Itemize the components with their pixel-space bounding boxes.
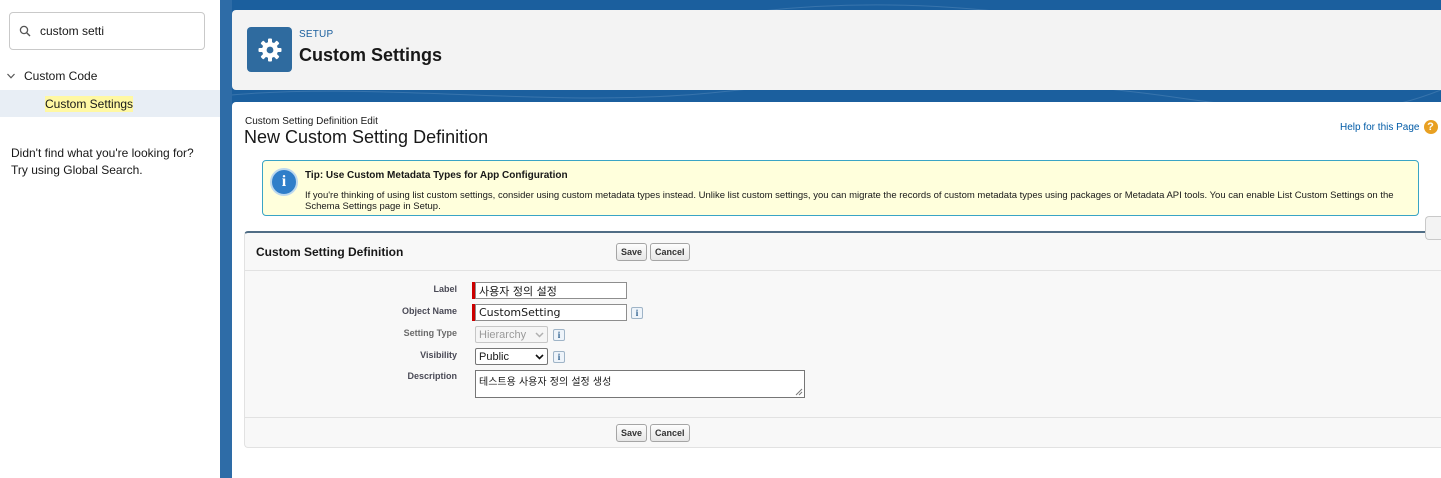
- description-field-label: Description: [407, 371, 457, 381]
- breadcrumb: Custom Setting Definition Edit: [245, 116, 378, 127]
- help-for-this-page-link[interactable]: Help for this Page ?: [1340, 120, 1438, 134]
- tip-message: i Tip: Use Custom Metadata Types for App…: [262, 160, 1419, 216]
- page-header-title: Custom Settings: [299, 45, 443, 65]
- setting-type-field-label: Setting Type: [403, 328, 457, 338]
- visibility-field-label: Visibility: [420, 350, 457, 360]
- chevron-down-icon: [535, 354, 544, 360]
- resize-handle-icon[interactable]: [795, 388, 803, 396]
- label-field-label: Label: [433, 284, 457, 294]
- page-title: New Custom Setting Definition: [244, 127, 489, 147]
- visibility-value: Public: [479, 350, 509, 363]
- quick-find-search[interactable]: [9, 12, 205, 50]
- save-button-top[interactable]: Save: [616, 243, 648, 261]
- setting-type-value: Hierarchy: [479, 328, 527, 341]
- tip-text: If you're thinking of using list custom …: [305, 190, 1394, 212]
- setup-header: SETUP Custom Settings: [232, 10, 1441, 90]
- tree-item-custom-settings[interactable]: Custom Settings: [0, 90, 220, 117]
- form-section-title: Custom Setting Definition: [256, 245, 404, 259]
- help-link-label: Help for this Page: [1340, 121, 1420, 133]
- info-icon[interactable]: i: [553, 329, 565, 341]
- tree-item-custom-code[interactable]: Custom Code: [0, 64, 220, 88]
- content-card: Custom Setting Definition Edit New Custo…: [232, 102, 1441, 478]
- info-icon: i: [270, 168, 298, 196]
- not-found-line-2: Try using Global Search.: [11, 163, 143, 177]
- object-name-input[interactable]: [475, 304, 627, 321]
- save-button-bottom[interactable]: Save: [616, 424, 648, 442]
- visibility-select[interactable]: Public: [475, 348, 548, 365]
- quick-find-input[interactable]: [40, 24, 190, 38]
- form-footer: Save Cancel: [245, 417, 1441, 448]
- form-header: Custom Setting Definition Save Cancel: [245, 233, 1441, 271]
- tree-item-label: Custom Settings: [45, 95, 134, 112]
- header-eyebrow: SETUP: [299, 29, 334, 40]
- cancel-button-top[interactable]: Cancel: [650, 243, 690, 261]
- tip-title: Tip: Use Custom Metadata Types for App C…: [305, 170, 568, 181]
- content-edge: [220, 0, 232, 478]
- custom-setting-definition-form: Custom Setting Definition Save Cancel La…: [244, 231, 1441, 448]
- chevron-down-icon: [535, 332, 544, 338]
- collapse-panel-handle[interactable]: [1425, 216, 1441, 240]
- setting-type-select: Hierarchy: [475, 326, 548, 343]
- help-icon: ?: [1423, 120, 1438, 134]
- not-found-line-1: Didn't find what you're looking for?: [11, 146, 194, 160]
- info-icon[interactable]: i: [631, 307, 643, 319]
- info-icon[interactable]: i: [553, 351, 565, 363]
- search-icon: [19, 25, 31, 37]
- description-textarea[interactable]: 테스트용 사용자 정의 설정 생성: [475, 370, 805, 398]
- not-found-message: Didn't find what you're looking for? Try…: [11, 145, 211, 179]
- gear-icon: [247, 27, 292, 72]
- tree-item-label: Custom Code: [24, 69, 98, 83]
- cancel-button-bottom[interactable]: Cancel: [650, 424, 690, 442]
- setup-sidebar: Custom Code Custom Settings Didn't find …: [0, 0, 220, 478]
- description-value: 테스트용 사용자 정의 설정 생성: [479, 377, 612, 388]
- label-input[interactable]: [475, 282, 627, 299]
- chevron-down-icon[interactable]: [6, 71, 16, 81]
- object-name-field-label: Object Name: [401, 306, 457, 316]
